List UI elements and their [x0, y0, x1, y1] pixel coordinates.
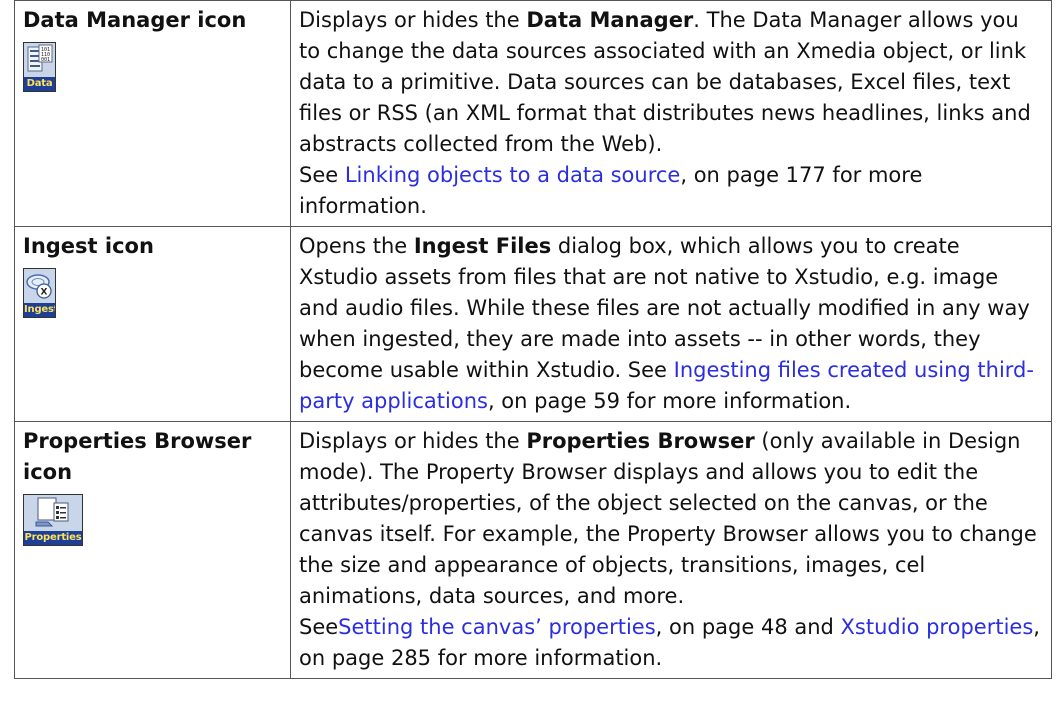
table-row: Properties Browser icon Properties Displ…: [14, 421, 1052, 679]
term-cell: Properties Browser icon Properties: [14, 421, 291, 679]
bold-term: Ingest Files: [413, 234, 552, 258]
ingest-icon: X Ingest: [23, 268, 56, 318]
description-paragraph: Displays or hides the Data Manager. The …: [299, 5, 1043, 160]
text-run: Displays or hides the: [299, 429, 527, 453]
term-label: Properties Browser icon: [23, 429, 252, 484]
term-cell: Ingest icon X Ingest: [14, 226, 291, 422]
text-run: , on page 59 for more information.: [487, 389, 852, 413]
description-cell: Displays or hides the Data Manager. The …: [290, 0, 1052, 227]
icon-reference-table: Data Manager icon 101 110 001 Data Displ…: [14, 0, 1052, 679]
table-row: Data Manager icon 101 110 001 Data Displ…: [14, 0, 1052, 227]
term-cell: Data Manager icon 101 110 001 Data: [14, 0, 291, 227]
icon-caption: Data: [24, 77, 55, 91]
bold-term: Data Manager: [526, 8, 694, 32]
description-cell: Displays or hides the Properties Browser…: [290, 421, 1052, 679]
text-run: , on page 48 and: [655, 615, 841, 639]
text-run: Opens the: [299, 234, 414, 258]
term-label: Data Manager icon: [23, 8, 247, 32]
text-run: See: [299, 163, 345, 187]
text-run: (only available in Design mode). The Pro…: [299, 429, 1037, 608]
description-paragraph: Displays or hides the Properties Browser…: [299, 426, 1043, 612]
see-also-paragraph: SeeSetting the canvas’ properties, on pa…: [299, 612, 1043, 674]
description-cell: Opens the Ingest Files dialog box, which…: [290, 226, 1052, 422]
table-row: Ingest icon X Ingest Opens the Ingest Fi…: [14, 226, 1052, 422]
term-label: Ingest icon: [23, 234, 154, 258]
description-paragraph: Opens the Ingest Files dialog box, which…: [299, 231, 1043, 417]
svg-text:X: X: [41, 288, 48, 298]
data-manager-icon: 101 110 001 Data: [23, 42, 56, 92]
text-run: Displays or hides the: [299, 8, 527, 32]
text-run: See: [299, 615, 339, 639]
link-xstudio-properties[interactable]: Xstudio properties: [841, 615, 1034, 639]
bold-term: Properties Browser: [526, 429, 755, 453]
properties-browser-icon: Properties: [23, 494, 83, 546]
icon-caption: Ingest: [24, 303, 56, 317]
link-setting-canvas-properties[interactable]: Setting the canvas’ properties: [338, 615, 655, 639]
link-linking-objects[interactable]: Linking objects to a data source: [345, 163, 681, 187]
svg-text:001: 001: [41, 57, 50, 63]
see-also-paragraph: See Linking objects to a data source, on…: [299, 160, 1043, 222]
icon-caption: Properties: [24, 531, 82, 545]
